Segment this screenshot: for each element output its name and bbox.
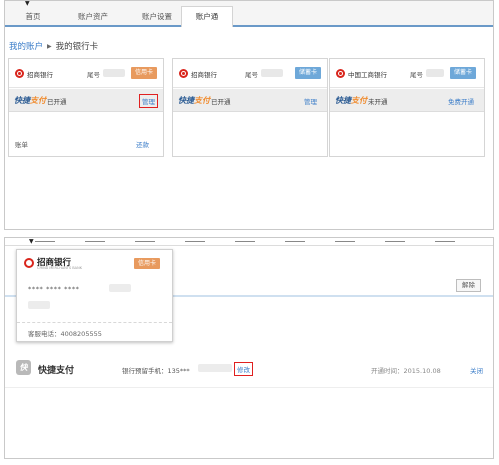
quickpay-detail-panel: ▼ 解除 招商银行 CHINA MERCHANTS BANK 信用卡 **** … (4, 237, 494, 459)
icbc-logo-icon (336, 69, 345, 78)
close-quickpay-link[interactable]: 关闭 (470, 365, 483, 375)
masked-card-tail (109, 284, 131, 292)
open-free-link[interactable]: 免费开通 (448, 96, 474, 106)
card-header: 中国工商银行 尾号 储蓄卡 (330, 59, 484, 88)
reserved-phone-label: 银行预留手机：135*** (122, 367, 190, 375)
modify-phone-link[interactable]: 修改 (234, 362, 253, 376)
tab-home[interactable]: 首页 (13, 7, 53, 27)
cmb-logo-icon (179, 69, 188, 78)
manage-link[interactable]: 管理 (304, 96, 317, 106)
quickpay-logo: 快捷支付 (178, 96, 210, 105)
card-popup: 招商银行 CHINA MERCHANTS BANK 信用卡 **** **** … (16, 249, 173, 342)
cmb-logo-icon (15, 69, 24, 78)
masked-holder-name (28, 301, 50, 309)
breadcrumb-my-account[interactable]: 我的账户 (9, 42, 43, 52)
card-type-badge: 储蓄卡 (294, 67, 321, 79)
cmb-logo-icon (24, 258, 34, 268)
popup-divider (17, 322, 172, 323)
tab-account-assets[interactable]: 账户资产 (69, 7, 117, 27)
bank-name: 招商银行 (191, 71, 217, 79)
tab-account-settings[interactable]: 账户设置 (133, 7, 181, 27)
caret-down-icon: ▼ (25, 0, 30, 7)
card-type-badge: 信用卡 (130, 67, 157, 79)
popup-bank-name-en: CHINA MERCHANTS BANK (37, 266, 82, 270)
bank-card-cmb-credit: 招商银行 尾号 信用卡 快捷支付 已开通 管理 账单 还款 (8, 58, 164, 157)
quickpay-logo: 快捷支付 (335, 96, 367, 105)
manage-link[interactable]: 管理 (139, 94, 158, 108)
quickpay-status: 已开通 (47, 98, 67, 106)
tail-number-label: 尾号 (410, 71, 423, 79)
masked-tail-number (426, 69, 444, 77)
tail-number-label: 尾号 (87, 71, 100, 79)
quickpay-status: 未开通 (368, 98, 388, 106)
masked-tail-number (103, 69, 125, 77)
card-type-badge: 储蓄卡 (449, 67, 476, 79)
bank-cards-panel: ▼ 首页 账户资产 账户设置 账户通 我的账户 ▶ 我的银行卡 招商银行 尾号 信用… (4, 0, 494, 230)
breadcrumb-arrow-icon: ▶ (47, 43, 52, 50)
quickpay-row: 快捷支付 未开通 免费开通 (330, 89, 484, 112)
quickpay-row: 快捷支付 已开通 管理 (173, 89, 327, 112)
bank-card-icbc-debit: 中国工商银行 尾号 储蓄卡 快捷支付 未开通 免费开通 (329, 58, 485, 157)
quickpay-logo: 快捷支付 (14, 96, 46, 105)
unbind-button[interactable]: 解除 (456, 279, 481, 292)
bill-label: 账单 (15, 141, 28, 149)
breadcrumb: 我的账户 ▶ 我的银行卡 (9, 40, 98, 52)
top-bar: ▼ (5, 238, 493, 246)
masked-phone (198, 364, 232, 372)
quickpay-status: 已开通 (211, 98, 231, 106)
card-header: 招商银行 尾号 信用卡 (9, 59, 163, 88)
quickpay-icon: 快 (16, 360, 31, 375)
quickpay-row: 快捷支付 已开通 管理 (9, 89, 163, 112)
tail-number-label: 尾号 (245, 71, 258, 79)
top-tab-bar: ▼ 首页 账户资产 账户设置 账户通 (5, 1, 493, 27)
masked-card-number: **** **** **** (28, 285, 80, 293)
card-header: 招商银行 尾号 储蓄卡 (173, 59, 327, 88)
service-phone: 客服电话：4008205555 (28, 330, 102, 338)
tab-account-tong[interactable]: 账户通 (181, 6, 233, 27)
bank-name: 招商银行 (27, 71, 53, 79)
breadcrumb-current: 我的银行卡 (55, 42, 99, 52)
card-type-badge: 信用卡 (133, 258, 160, 269)
repay-link[interactable]: 还款 (136, 139, 149, 149)
open-time: 开通时间：2015.10.08 (371, 367, 441, 375)
row-divider (5, 387, 493, 388)
quickpay-title: 快捷支付 (38, 366, 75, 376)
caret-down-icon: ▼ (29, 238, 34, 245)
masked-tail-number (261, 69, 283, 77)
bank-name: 中国工商银行 (348, 71, 387, 79)
bank-card-cmb-debit: 招商银行 尾号 储蓄卡 快捷支付 已开通 管理 (172, 58, 328, 157)
